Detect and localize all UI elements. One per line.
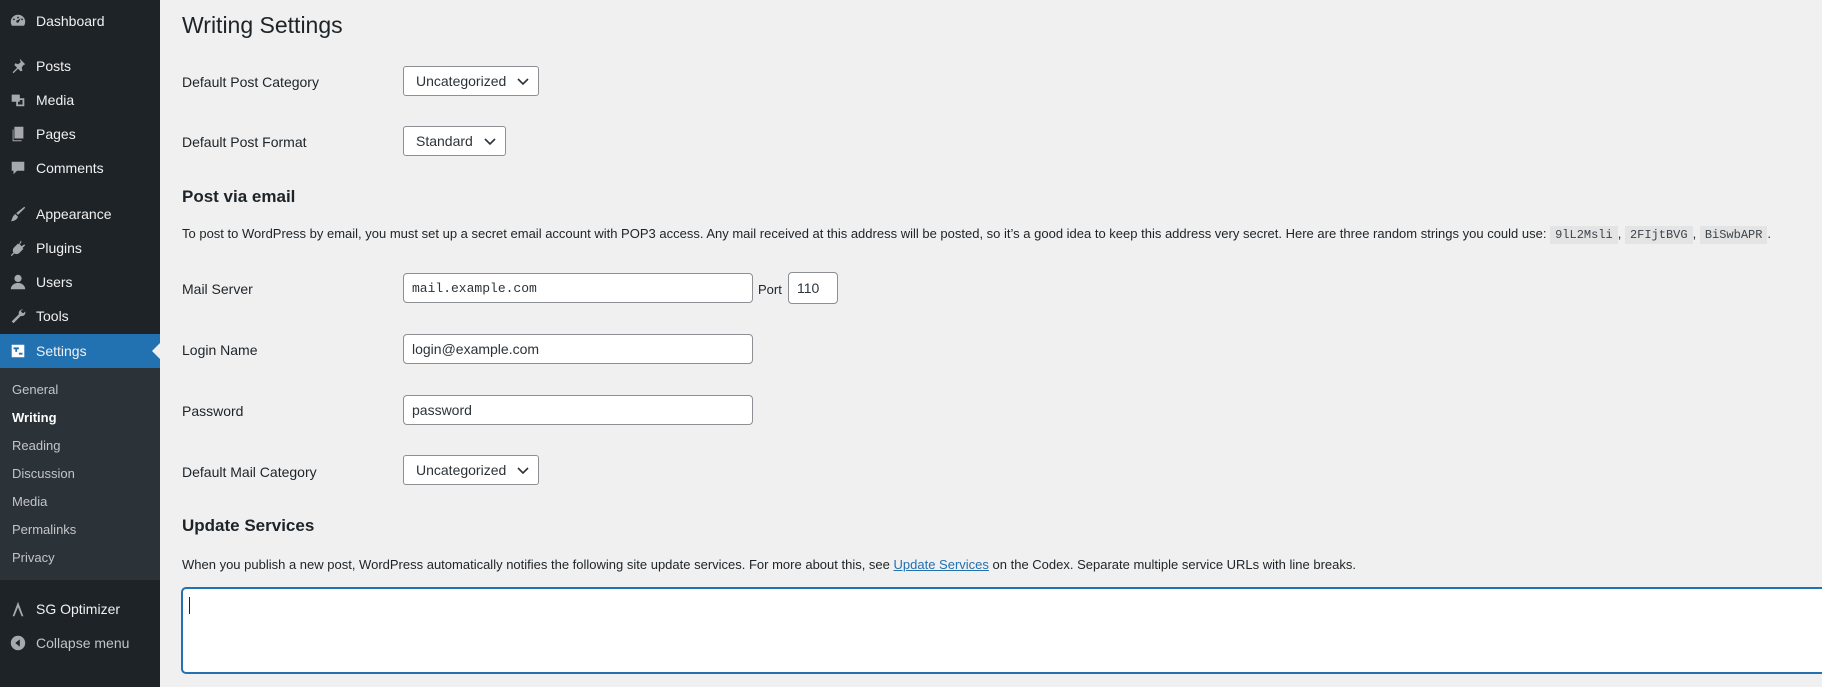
- separator: ,: [1692, 226, 1697, 241]
- page-title: Writing Settings: [182, 12, 343, 38]
- mail-server-label: Mail Server: [182, 281, 253, 297]
- collapse-icon: [0, 634, 36, 652]
- plug-icon: [0, 239, 36, 257]
- sidebar-item-comments[interactable]: Comments: [0, 151, 160, 185]
- submenu-writing[interactable]: Writing: [12, 410, 57, 425]
- sidebar-item-sg-optimizer[interactable]: SG Optimizer: [0, 592, 160, 626]
- random-string: 2FIjtBVG: [1624, 226, 1693, 244]
- random-string: BiSwbAPR: [1699, 226, 1768, 244]
- select-value: Standard: [416, 133, 473, 149]
- update-services-link[interactable]: Update Services: [894, 557, 989, 572]
- sidebar-item-label: SG Optimizer: [36, 601, 121, 617]
- chevron-down-icon: [483, 134, 497, 148]
- sidebar-item-label: Tools: [36, 308, 69, 324]
- mail-server-input[interactable]: mail.example.com: [403, 273, 753, 303]
- admin-sidebar: Dashboard Posts Media Pages Comments App…: [0, 0, 160, 687]
- sidebar-item-label: Pages: [36, 126, 76, 142]
- default-post-format-label: Default Post Format: [182, 134, 307, 150]
- user-icon: [0, 273, 36, 291]
- password-label: Password: [182, 403, 244, 419]
- settings-icon: [0, 342, 36, 360]
- submenu-reading[interactable]: Reading: [12, 438, 60, 453]
- default-post-category-label: Default Post Category: [182, 74, 319, 90]
- sidebar-item-label: Users: [36, 274, 73, 290]
- port-label: Port: [758, 282, 782, 297]
- sidebar-item-label: Comments: [36, 160, 104, 176]
- sidebar-item-appearance[interactable]: Appearance: [0, 197, 160, 231]
- pin-icon: [0, 57, 36, 75]
- sg-optimizer-icon: [0, 600, 36, 618]
- chevron-down-icon: [516, 74, 530, 88]
- settings-submenu: General Writing Reading Discussion Media…: [0, 368, 160, 580]
- sidebar-item-plugins[interactable]: Plugins: [0, 231, 160, 265]
- default-mail-category-select[interactable]: Uncategorized: [403, 455, 540, 485]
- submenu-privacy[interactable]: Privacy: [12, 550, 55, 565]
- brush-icon: [0, 205, 36, 223]
- sidebar-item-label: Posts: [36, 58, 72, 74]
- post-via-email-description: To post to WordPress by email, you must …: [182, 226, 1772, 244]
- submenu-discussion[interactable]: Discussion: [12, 466, 75, 481]
- update-services-heading: Update Services: [182, 516, 315, 535]
- pages-icon: [0, 125, 36, 143]
- sidebar-item-media[interactable]: Media: [0, 83, 160, 117]
- sidebar-item-tools[interactable]: Tools: [0, 299, 160, 333]
- sidebar-item-label: Appearance: [36, 206, 112, 222]
- description-text: on the Codex. Separate multiple service …: [992, 557, 1356, 572]
- update-services-textarea[interactable]: [182, 588, 1822, 673]
- post-via-email-heading: Post via email: [182, 187, 296, 206]
- login-name-label: Login Name: [182, 342, 258, 358]
- sidebar-item-label: Plugins: [36, 240, 82, 256]
- submenu-media[interactable]: Media: [12, 494, 47, 509]
- media-icon: [0, 91, 36, 109]
- description-text: When you publish a new post, WordPress a…: [182, 557, 890, 572]
- collapse-menu-button[interactable]: Collapse menu: [0, 626, 160, 660]
- default-post-format-select[interactable]: Standard: [403, 126, 506, 156]
- select-value: Uncategorized: [416, 462, 507, 478]
- text-cursor: [189, 597, 190, 614]
- sidebar-item-settings[interactable]: Settings: [0, 334, 160, 368]
- port-input[interactable]: 110: [788, 272, 838, 304]
- separator: ,: [1617, 226, 1622, 241]
- chevron-down-icon: [516, 463, 530, 477]
- submenu-permalinks[interactable]: Permalinks: [12, 522, 76, 537]
- sidebar-item-pages[interactable]: Pages: [0, 117, 160, 151]
- login-name-input[interactable]: login@example.com: [403, 334, 753, 364]
- dashboard-icon: [0, 12, 36, 30]
- comment-icon: [0, 159, 36, 177]
- collapse-label: Collapse menu: [36, 635, 130, 651]
- sidebar-item-dashboard[interactable]: Dashboard: [0, 4, 160, 38]
- password-input[interactable]: password: [403, 395, 753, 425]
- default-post-category-select[interactable]: Uncategorized: [403, 66, 540, 96]
- default-mail-category-label: Default Mail Category: [182, 464, 317, 480]
- random-string: 9lL2Msli: [1550, 226, 1618, 244]
- wrench-icon: [0, 307, 36, 325]
- select-value: Uncategorized: [416, 73, 507, 89]
- sidebar-item-label: Settings: [36, 343, 87, 359]
- sidebar-item-users[interactable]: Users: [0, 265, 160, 299]
- sidebar-item-posts[interactable]: Posts: [0, 49, 160, 83]
- main-content: Writing Settings Default Post Category U…: [160, 0, 1822, 687]
- submenu-general[interactable]: General: [12, 382, 58, 397]
- description-text: To post to WordPress by email, you must …: [182, 226, 1547, 241]
- sidebar-item-label: Media: [36, 92, 75, 108]
- separator: .: [1767, 226, 1772, 241]
- update-services-description: When you publish a new post, WordPress a…: [182, 557, 1356, 572]
- sidebar-item-label: Dashboard: [36, 13, 105, 29]
